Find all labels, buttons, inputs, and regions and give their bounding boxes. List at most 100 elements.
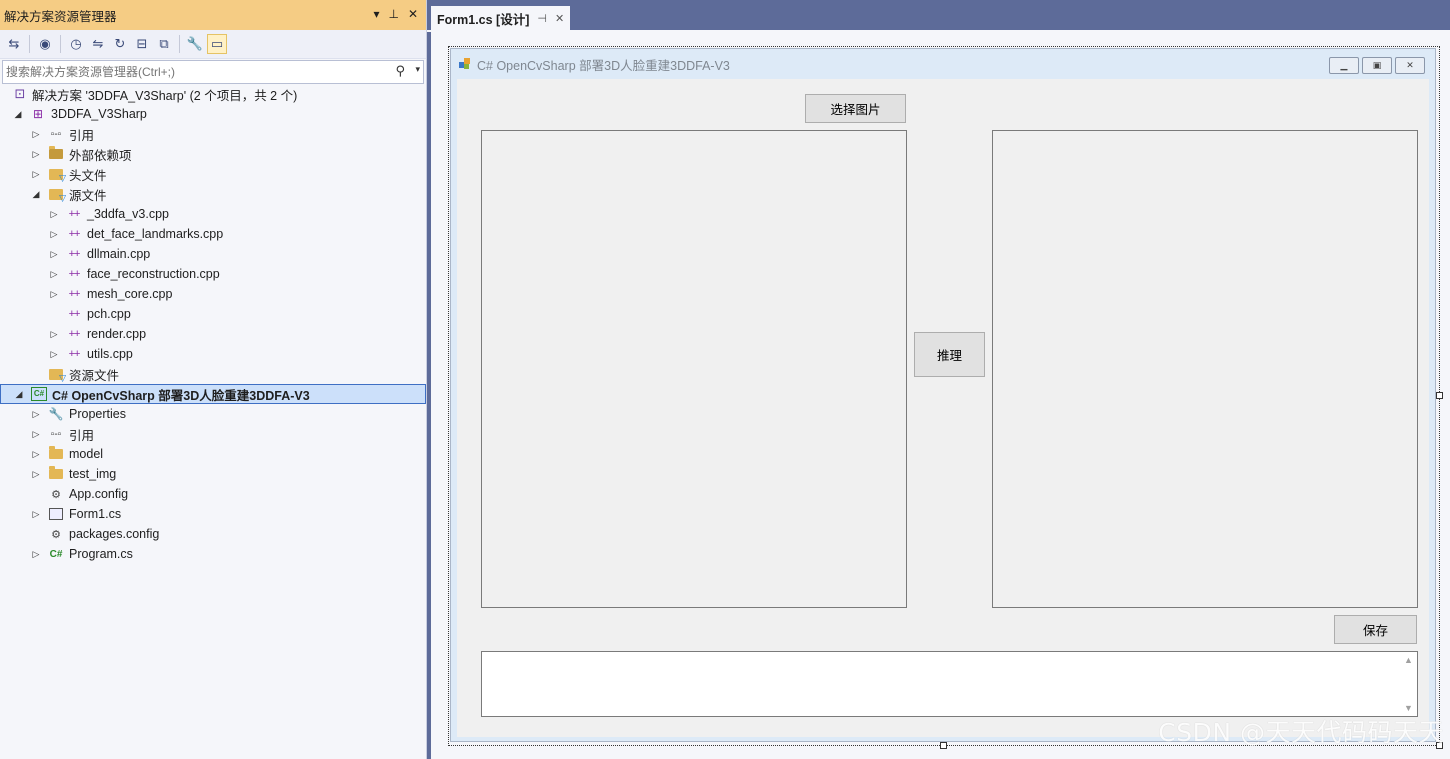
- tree-item[interactable]: ▷ 外部依赖项: [0, 144, 426, 164]
- cpp-file-icon: ++: [68, 328, 81, 340]
- cpp-file-icon: ++: [68, 268, 81, 280]
- collapsed-arrow-icon[interactable]: ▷: [31, 409, 41, 420]
- tree-item[interactable]: ▷ C# Program.cs: [0, 544, 426, 564]
- tree-item-label: 引用: [69, 128, 95, 143]
- cpp-file-icon: ++: [68, 348, 81, 360]
- search-box[interactable]: ⚲ ▾: [2, 60, 424, 84]
- tree-item-label: _3ddfa_v3.cpp: [87, 207, 170, 221]
- collapsed-arrow-icon[interactable]: ▷: [31, 169, 41, 180]
- pin-tab-icon[interactable]: ⊣: [537, 12, 547, 25]
- collapse-all-icon[interactable]: ⊟: [132, 34, 152, 54]
- sync-icon[interactable]: ⇋: [88, 34, 108, 54]
- output-textbox[interactable]: ▲ ▼: [481, 651, 1418, 717]
- collapsed-arrow-icon[interactable]: ▷: [49, 209, 59, 220]
- close-icon[interactable]: ✕: [408, 7, 418, 21]
- minimize-icon[interactable]: ▁: [1329, 57, 1359, 74]
- tree-item[interactable]: ⚙ App.config: [0, 484, 426, 504]
- tree-item-label: 引用: [69, 428, 95, 443]
- tree-item-label: 3DDFA_V3Sharp: [51, 107, 147, 121]
- scroll-down-icon[interactable]: ▼: [1404, 703, 1413, 713]
- preview-selected-icon[interactable]: ▭: [207, 34, 227, 54]
- close-tab-icon[interactable]: ✕: [555, 12, 564, 25]
- infer-button[interactable]: 推理: [914, 332, 985, 377]
- tree-item[interactable]: ◢ ⊞ 3DDFA_V3Sharp: [0, 104, 426, 124]
- show-all-files-icon[interactable]: ⧉: [154, 34, 174, 54]
- cpp-file-icon: ++: [68, 208, 81, 220]
- tree-item[interactable]: ▷ Form1.cs: [0, 504, 426, 524]
- tree-item[interactable]: ▷ 🔧 Properties: [0, 404, 426, 424]
- form-title: C# OpenCvSharp 部署3D人脸重建3DDFA-V3: [477, 58, 730, 73]
- tree-item[interactable]: ⊡ 解决方案 '3DDFA_V3Sharp' (2 个项目，共 2 个): [0, 84, 426, 104]
- resize-handle-right[interactable]: [1436, 392, 1443, 399]
- pending-changes-icon[interactable]: ◷: [66, 34, 86, 54]
- tree-item[interactable]: ▷ model: [0, 444, 426, 464]
- maximize-icon[interactable]: ▣: [1362, 57, 1392, 74]
- collapsed-arrow-icon[interactable]: ▷: [49, 329, 59, 340]
- tree-item[interactable]: ▷ ++ face_reconstruction.cpp: [0, 264, 426, 284]
- tree-item-label: Properties: [69, 407, 126, 421]
- switch-views-icon[interactable]: ⇆: [4, 34, 24, 54]
- textbox-scrollbar[interactable]: ▲ ▼: [1400, 652, 1417, 716]
- search-input[interactable]: [3, 64, 388, 80]
- resize-handle-bottom[interactable]: [940, 742, 947, 749]
- select-image-button[interactable]: 选择图片: [805, 94, 906, 123]
- tree-item-label: utils.cpp: [87, 347, 133, 361]
- form-file-icon: [48, 506, 64, 522]
- tree-item-label: test_img: [69, 467, 117, 481]
- pin-icon[interactable]: ⊥: [388, 7, 398, 21]
- chevron-down-icon[interactable]: ▾: [415, 64, 420, 75]
- tree-item-label: 外部依赖项: [69, 148, 132, 163]
- tree-item[interactable]: ▷ ++ _3ddfa_v3.cpp: [0, 204, 426, 224]
- expanded-arrow-icon[interactable]: ◢: [31, 189, 41, 200]
- collapsed-arrow-icon[interactable]: ▷: [49, 249, 59, 260]
- tree-item[interactable]: ++ pch.cpp: [0, 304, 426, 324]
- collapsed-arrow-icon[interactable]: ▷: [31, 449, 41, 460]
- globe-icon[interactable]: ◉: [35, 34, 55, 54]
- toolbar-separator: [179, 35, 180, 53]
- tab-form1-design[interactable]: Form1.cs [设计] ⊣ ✕: [431, 6, 571, 30]
- filter-folder-icon: [48, 186, 66, 204]
- tree-item[interactable]: ▷ ++ utils.cpp: [0, 344, 426, 364]
- collapsed-arrow-icon[interactable]: ▷: [49, 269, 59, 280]
- collapsed-arrow-icon[interactable]: ▷: [31, 149, 41, 160]
- tree-item[interactable]: ▷ ++ render.cpp: [0, 324, 426, 344]
- window-position-dropdown-icon[interactable]: ▾: [373, 7, 379, 21]
- close-window-icon[interactable]: ✕: [1395, 57, 1425, 74]
- collapsed-arrow-icon[interactable]: ▷: [31, 469, 41, 480]
- collapsed-arrow-icon[interactable]: ▷: [49, 289, 59, 300]
- input-picturebox[interactable]: [481, 130, 907, 608]
- expanded-arrow-icon[interactable]: ◢: [13, 109, 23, 120]
- tree-item[interactable]: ▷ ▫-▫ 引用: [0, 124, 426, 144]
- output-picturebox[interactable]: [992, 130, 1418, 608]
- solution-explorer-panel: 解决方案资源管理器 ▾ ⊥ ✕ ⇆ ◉ ◷ ⇋ ↻ ⊟ ⧉ 🔧 ▭ ⚲ ▾ ⊡ 解…: [0, 0, 427, 759]
- tree-item-label: dllmain.cpp: [87, 247, 151, 261]
- tree-item[interactable]: ▷ test_img: [0, 464, 426, 484]
- scroll-up-icon[interactable]: ▲: [1404, 655, 1413, 665]
- tree-item[interactable]: ◢ C# C# OpenCvSharp 部署3D人脸重建3DDFA-V3: [0, 384, 426, 404]
- toolbar-separator: [60, 35, 61, 53]
- tree-item[interactable]: ⚙ packages.config: [0, 524, 426, 544]
- save-button[interactable]: 保存: [1334, 615, 1417, 644]
- filter-folder-icon: [48, 366, 66, 384]
- tree-item[interactable]: ▷ 头文件: [0, 164, 426, 184]
- tree-item[interactable]: ▷ ++ det_face_landmarks.cpp: [0, 224, 426, 244]
- tree-item[interactable]: ▷ ++ mesh_core.cpp: [0, 284, 426, 304]
- tree-item[interactable]: ▷ ▫-▫ 引用: [0, 424, 426, 444]
- search-icon[interactable]: ⚲: [395, 63, 405, 79]
- tree-item[interactable]: ▷ ++ dllmain.cpp: [0, 244, 426, 264]
- collapsed-arrow-icon[interactable]: ▷: [31, 509, 41, 520]
- properties-wrench-icon[interactable]: 🔧: [185, 34, 205, 54]
- collapsed-arrow-icon[interactable]: ▷: [49, 229, 59, 240]
- refresh-icon[interactable]: ↻: [110, 34, 130, 54]
- tree-item[interactable]: ◢ 源文件: [0, 184, 426, 204]
- tree-item-label: App.config: [69, 487, 129, 501]
- collapsed-arrow-icon[interactable]: ▷: [31, 129, 41, 140]
- form1-window[interactable]: C# OpenCvSharp 部署3D人脸重建3DDFA-V3 ▁ ▣ ✕ 选择…: [450, 48, 1436, 742]
- collapsed-arrow-icon[interactable]: ▷: [49, 349, 59, 360]
- tab-label: Form1.cs [设计]: [437, 12, 530, 27]
- collapsed-arrow-icon[interactable]: ▷: [31, 549, 41, 560]
- tree-item-label: model: [69, 447, 104, 461]
- expanded-arrow-icon[interactable]: ◢: [14, 389, 24, 400]
- tree-item[interactable]: 资源文件: [0, 364, 426, 384]
- collapsed-arrow-icon[interactable]: ▷: [31, 429, 41, 440]
